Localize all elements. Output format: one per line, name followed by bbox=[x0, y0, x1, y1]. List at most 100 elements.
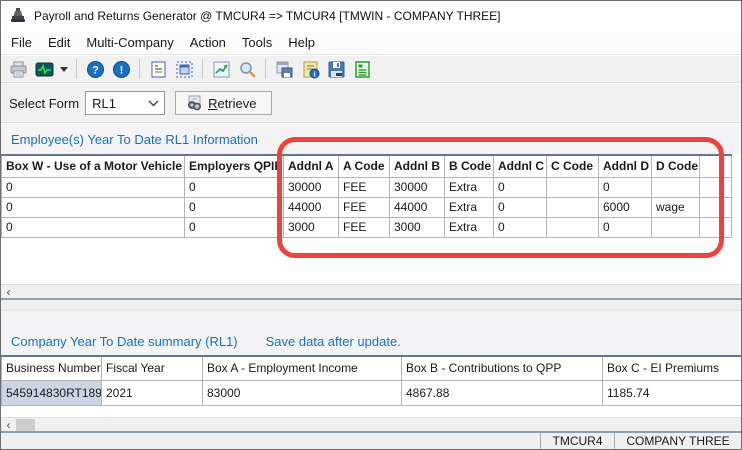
employee-table-header-row: Box W - Use of a Motor VehicleEmployers … bbox=[2, 155, 732, 177]
menu-file[interactable]: File bbox=[3, 31, 40, 54]
table-row[interactable]: 0030000FEE30000Extra00 bbox=[2, 177, 732, 197]
table-cell[interactable]: 0 bbox=[599, 177, 652, 197]
table-filler bbox=[700, 155, 732, 177]
table-cell[interactable]: 44000 bbox=[390, 197, 445, 217]
column-header[interactable]: Addnl B bbox=[390, 155, 445, 177]
column-header[interactable]: Addnl C bbox=[494, 155, 547, 177]
toolbar-separator bbox=[265, 59, 266, 79]
column-header[interactable]: A Code bbox=[339, 155, 390, 177]
info-icon[interactable]: ! bbox=[108, 57, 134, 81]
table-cell[interactable]: 0 bbox=[185, 197, 284, 217]
company-ytd-table: Business NumberFiscal YearBox A - Employ… bbox=[1, 355, 742, 406]
menu-edit[interactable]: Edit bbox=[40, 31, 78, 54]
table-cell[interactable]: 4867.88 bbox=[402, 380, 603, 405]
toolbar-separator bbox=[76, 59, 77, 79]
dropdown-arrow-icon[interactable] bbox=[57, 57, 71, 81]
column-header[interactable]: D Code bbox=[652, 155, 700, 177]
table-cell[interactable]: 0 bbox=[185, 217, 284, 237]
column-header[interactable]: Fiscal Year bbox=[102, 356, 203, 380]
form-monitor-icon[interactable] bbox=[31, 57, 57, 81]
print-icon[interactable] bbox=[5, 57, 31, 81]
window-title: Payroll and Returns Generator @ TMCUR4 =… bbox=[34, 9, 501, 23]
table-filler bbox=[700, 197, 732, 217]
table-cell[interactable]: 2021 bbox=[102, 380, 203, 405]
table-cell[interactable]: 0 bbox=[2, 177, 185, 197]
employee-horizontal-scrollbar[interactable]: ‹ bbox=[1, 284, 741, 298]
employee-section-title: Employee(s) Year To Date RL1 Information bbox=[11, 132, 258, 147]
table-cell[interactable]: 0 bbox=[185, 177, 284, 197]
form-select[interactable]: RL1 bbox=[85, 91, 165, 115]
table-cell[interactable]: 0 bbox=[2, 217, 185, 237]
retrieve-button[interactable]: Retrieve bbox=[175, 91, 271, 115]
table-cell[interactable]: wage bbox=[652, 197, 700, 217]
scroll-left-arrow-icon[interactable]: ‹ bbox=[1, 418, 16, 431]
svg-text:i: i bbox=[313, 69, 315, 78]
table-cell[interactable]: 0 bbox=[494, 177, 547, 197]
table-cell[interactable]: FEE bbox=[339, 197, 390, 217]
table-cell[interactable]: FEE bbox=[339, 217, 390, 237]
table-filler bbox=[700, 177, 732, 197]
column-header[interactable]: Addnl A bbox=[284, 155, 339, 177]
table-row[interactable]: 003000FEE3000Extra00 bbox=[2, 217, 732, 237]
table-cell[interactable]: Extra bbox=[445, 177, 494, 197]
column-header[interactable]: B Code bbox=[445, 155, 494, 177]
copy-to-disk-icon[interactable] bbox=[271, 57, 297, 81]
column-header[interactable]: Box W - Use of a Motor Vehicle bbox=[2, 155, 185, 177]
menu-tools[interactable]: Tools bbox=[234, 31, 280, 54]
employee-ytd-table: Box W - Use of a Motor VehicleEmployers … bbox=[1, 154, 732, 238]
table-cell[interactable]: 0 bbox=[599, 217, 652, 237]
scrollbar-thumb[interactable] bbox=[16, 419, 35, 431]
table-cell[interactable] bbox=[547, 217, 599, 237]
status-pane-company-name: COMPANY THREE bbox=[614, 433, 741, 449]
report-icon[interactable] bbox=[349, 57, 375, 81]
table-cell[interactable]: 83000 bbox=[203, 380, 402, 405]
help-icon[interactable]: ? bbox=[82, 57, 108, 81]
table-cell[interactable]: 0 bbox=[494, 197, 547, 217]
table-cell[interactable]: 545914830RT1893 bbox=[2, 380, 102, 405]
menu-action[interactable]: Action bbox=[182, 31, 234, 54]
table-cell[interactable]: 0 bbox=[494, 217, 547, 237]
table-cell[interactable]: 3000 bbox=[390, 217, 445, 237]
column-header[interactable]: Box A - Employment Income bbox=[203, 356, 402, 380]
table-cell[interactable]: Extra bbox=[445, 217, 494, 237]
notes-info-icon[interactable]: i bbox=[297, 57, 323, 81]
select-window-icon[interactable] bbox=[171, 57, 197, 81]
table-cell[interactable]: 3000 bbox=[284, 217, 339, 237]
chart-icon[interactable] bbox=[208, 57, 234, 81]
employee-section-header: Employee(s) Year To Date RL1 Information bbox=[1, 124, 741, 154]
search-icon[interactable] bbox=[234, 57, 260, 81]
scroll-left-arrow-icon[interactable]: ‹ bbox=[1, 285, 16, 298]
column-header[interactable]: Business Number bbox=[2, 356, 102, 380]
table-cell[interactable]: 6000 bbox=[599, 197, 652, 217]
column-header[interactable]: Box C - EI Premiums bbox=[603, 356, 742, 380]
menu-help[interactable]: Help bbox=[280, 31, 323, 54]
save-icon[interactable] bbox=[323, 57, 349, 81]
company-table-header-row: Business NumberFiscal YearBox A - Employ… bbox=[2, 356, 742, 380]
table-row[interactable]: 0044000FEE44000Extra06000wage bbox=[2, 197, 732, 217]
table-cell[interactable] bbox=[547, 197, 599, 217]
table-cell[interactable]: 44000 bbox=[284, 197, 339, 217]
table-row[interactable]: 545914830RT18932021830004867.881185.74 bbox=[2, 380, 742, 405]
menu-multi-company[interactable]: Multi-Company bbox=[78, 31, 181, 54]
form-view-icon[interactable] bbox=[145, 57, 171, 81]
table-cell[interactable]: 1185.74 bbox=[603, 380, 742, 405]
chevron-down-icon bbox=[148, 100, 159, 107]
table-cell[interactable]: FEE bbox=[339, 177, 390, 197]
table-cell[interactable] bbox=[652, 217, 700, 237]
column-header[interactable]: Employers QPIP bbox=[185, 155, 284, 177]
title-bar[interactable]: Payroll and Returns Generator @ TMCUR4 =… bbox=[1, 1, 741, 31]
save-data-note: Save data after update. bbox=[266, 334, 401, 349]
company-horizontal-scrollbar[interactable]: ‹ bbox=[1, 417, 741, 431]
table-cell[interactable]: 0 bbox=[2, 197, 185, 217]
panel-gap bbox=[1, 300, 741, 311]
table-cell[interactable] bbox=[652, 177, 700, 197]
column-header[interactable]: C Code bbox=[547, 155, 599, 177]
table-cell[interactable]: Extra bbox=[445, 197, 494, 217]
column-header[interactable]: Addnl D bbox=[599, 155, 652, 177]
table-cell[interactable]: 30000 bbox=[284, 177, 339, 197]
status-pane-company-code: TMCUR4 bbox=[540, 433, 614, 449]
column-header[interactable]: Box B - Contributions to QPP bbox=[402, 356, 603, 380]
table-cell[interactable]: 30000 bbox=[390, 177, 445, 197]
company-section-header: Company Year To Date summary (RL1) Save … bbox=[1, 311, 741, 355]
table-cell[interactable] bbox=[547, 177, 599, 197]
